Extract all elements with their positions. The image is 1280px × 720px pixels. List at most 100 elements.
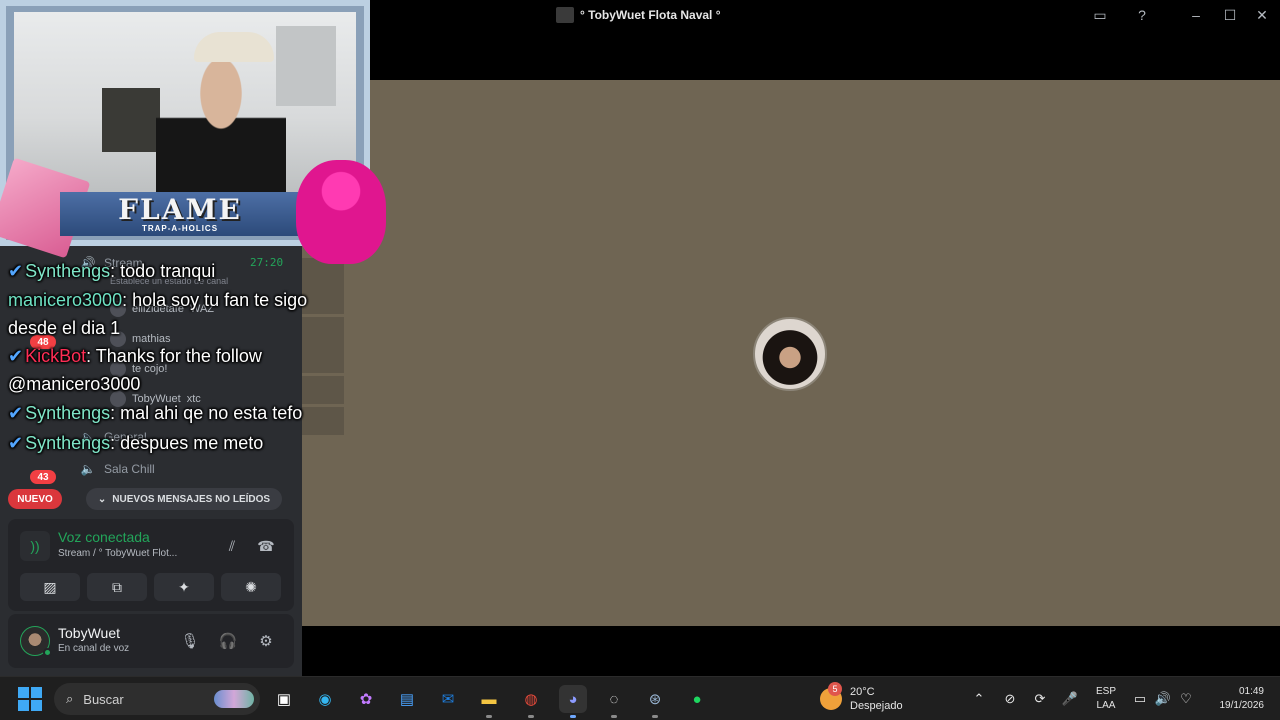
activities-button[interactable]: ✦	[154, 573, 214, 601]
camera-off-button[interactable]: ▨	[20, 573, 80, 601]
stage-tile	[302, 376, 344, 404]
headphones-icon[interactable]: 🎧	[216, 630, 240, 652]
running-indicator	[652, 715, 658, 718]
chevron-up-icon[interactable]: ⌃	[969, 689, 989, 709]
chat-text: : mal ahi qe no esta tefo	[110, 403, 303, 423]
clock-time: 01:49	[1238, 686, 1264, 697]
clock-date: 19/1/2026	[1219, 700, 1265, 711]
server-mention-badge: 43	[30, 470, 56, 484]
search-placeholder: Buscar	[83, 691, 124, 707]
microphone-icon[interactable]: 🎙	[178, 630, 202, 652]
chat-username: Synthengs	[25, 403, 111, 423]
verified-icon: ✔	[8, 346, 24, 366]
inbox-icon[interactable]: ▭	[1090, 5, 1110, 25]
verified-icon: ✔	[8, 403, 24, 423]
gear-icon[interactable]: ⚙	[254, 630, 278, 652]
weather-temperature: 20°C	[850, 686, 875, 698]
window-title-text: ° TobyWuet Flota Naval °	[580, 8, 721, 22]
user-name[interactable]: TobyWuet	[58, 625, 120, 641]
obs-icon[interactable]: ◌	[600, 685, 628, 713]
close-button[interactable]: ✕	[1252, 5, 1272, 25]
sync-icon[interactable]: ⟳	[1030, 689, 1050, 709]
weather-sun-icon: 5	[820, 682, 842, 710]
volume-icon[interactable]: 🔊	[1153, 689, 1173, 709]
buddha-sticker	[296, 160, 386, 264]
banner-subtitle: TRAP-A-HOLICS	[141, 223, 219, 233]
windows-taskbar: ⌕ Buscar ▣ ◉ ✿ ▤ ✉ ▬ ◍ ◕ ◌ ⊛ ● 5 20°C De…	[0, 676, 1280, 720]
running-indicator	[528, 715, 534, 718]
mute-tray-icon[interactable]: ⊘	[1000, 689, 1020, 709]
noise-suppression-icon[interactable]: ⫽	[220, 535, 244, 557]
channel-sala-chill[interactable]: 🔈 Sala Chill	[80, 460, 155, 478]
channel-thumbnail-icon	[556, 7, 574, 23]
signal-icon[interactable]: ))	[20, 531, 50, 561]
stage-footer	[302, 626, 1280, 676]
language-code: ESP	[1095, 686, 1116, 697]
running-indicator	[611, 715, 617, 718]
streamer	[156, 46, 286, 204]
participant-avatar[interactable]	[753, 317, 827, 391]
disconnect-icon[interactable]: ☎	[254, 535, 278, 557]
weather-description: Despejado	[850, 700, 903, 712]
unread-messages-button[interactable]: ⌄ NUEVOS MENSAJES NO LEÍDOS	[86, 488, 282, 510]
keyboard-layout: LAA	[1096, 700, 1116, 711]
screen-share-icon: ⧉	[112, 578, 122, 595]
streamer-cap	[194, 32, 274, 62]
help-icon[interactable]: ?	[1132, 5, 1152, 25]
discord-icon[interactable]: ◕	[559, 685, 587, 713]
unread-label: NUEVOS MENSAJES NO LEÍDOS	[112, 493, 271, 505]
speaker-icon: 🔈	[80, 462, 96, 476]
chat-text: : todo tranqui	[110, 261, 216, 281]
task-view-icon[interactable]: ▣	[270, 685, 298, 713]
store-icon[interactable]: ▤	[393, 685, 421, 713]
edge-icon[interactable]: ◉	[311, 685, 339, 713]
wall-poster	[102, 88, 160, 152]
user-panel: TobyWuet En canal de voz 🎙 🎧 ⚙	[8, 614, 294, 668]
spotify-icon[interactable]: ●	[683, 685, 711, 713]
camera-off-icon: ▨	[43, 578, 57, 595]
voice-channel-link[interactable]: Stream / ° TobyWuet Flot...	[58, 548, 177, 559]
chat-message: ✔ Synthengs: mal ahi qe no esta tefo	[8, 398, 308, 428]
chat-username: Synthengs	[25, 261, 111, 281]
outlook-icon[interactable]: ✉	[434, 685, 462, 713]
weather-widget[interactable]: 5 20°C Despejado	[820, 682, 903, 715]
banner-title: FLAME	[118, 192, 242, 226]
microphone-tray-icon[interactable]: 🎤	[1060, 689, 1080, 709]
chat-text: : despues me meto	[110, 433, 264, 453]
network-icon[interactable]: ▭	[1130, 689, 1150, 709]
chevron-down-icon: ⌄	[97, 493, 107, 505]
online-status-icon	[43, 648, 52, 657]
stage-tile	[302, 407, 344, 435]
soundboard-button[interactable]: ✺	[221, 573, 281, 601]
input-language[interactable]: ESP LAA	[1094, 685, 1118, 713]
running-indicator	[570, 715, 576, 718]
verified-icon: ✔	[8, 433, 24, 453]
notification-icon[interactable]: ♡	[1176, 689, 1196, 709]
new-badge[interactable]: NUEVO	[8, 489, 62, 509]
search-icon: ⌕	[66, 691, 74, 706]
start-button[interactable]	[18, 687, 42, 711]
voice-status-title: Voz conectada	[58, 529, 150, 545]
minimize-button[interactable]: –	[1186, 5, 1206, 25]
soundboard-icon: ✺	[245, 578, 257, 595]
chat-message: ✔ KickBot: Thanks for the follow @manicer…	[8, 342, 308, 398]
chat-username: Synthengs	[25, 433, 111, 453]
taskbar-search[interactable]: ⌕ Buscar	[54, 683, 260, 715]
running-indicator	[486, 715, 492, 718]
chat-username: KickBot	[25, 346, 87, 366]
stage-tiles	[302, 258, 344, 438]
stage-header	[302, 30, 1280, 80]
system-clock[interactable]: 01:49 19/1/2026	[1204, 685, 1265, 713]
channel-sala-chill-label: Sala Chill	[104, 462, 155, 476]
file-explorer-icon[interactable]: ▬	[475, 685, 503, 713]
chat-message: ✔ Synthengs: despues me meto	[8, 428, 308, 458]
chrome-icon[interactable]: ◍	[517, 685, 545, 713]
flame-banner: FLAME TRAP-A-HOLICS	[60, 192, 300, 236]
copilot-icon[interactable]: ✿	[352, 685, 380, 713]
screen-share-button[interactable]: ⧉	[87, 573, 147, 601]
steam-icon[interactable]: ⊛	[641, 685, 669, 713]
stream-chat-overlay: ✔ Synthengs: todo tranqui manicero3000: h…	[8, 256, 308, 458]
chat-username: manicero3000	[8, 290, 123, 310]
maximize-button[interactable]: ☐	[1220, 5, 1240, 25]
user-status: En canal de voz	[58, 643, 130, 654]
